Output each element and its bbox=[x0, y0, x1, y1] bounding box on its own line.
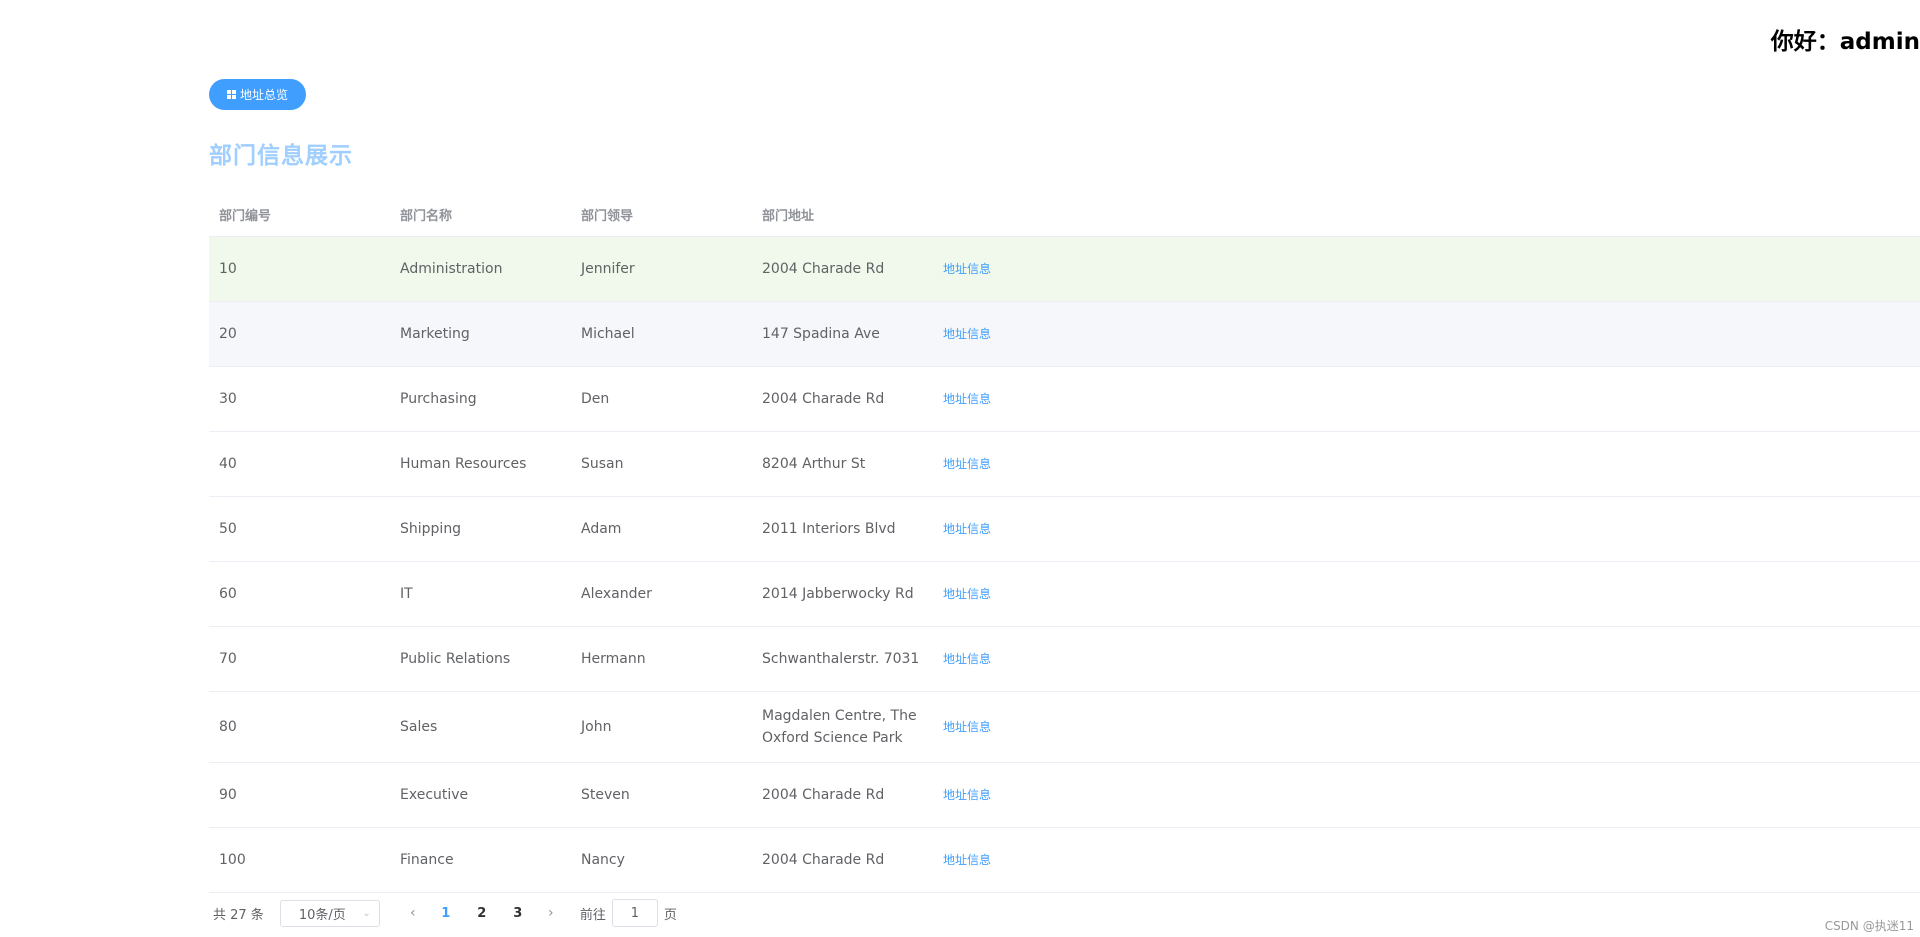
dept-name: Purchasing bbox=[400, 391, 477, 407]
address-info-link[interactable]: 地址信息 bbox=[943, 392, 991, 406]
department-table: 部门编号 部门名称 部门领导 部门地址 10 Administration Je… bbox=[209, 198, 1920, 893]
dept-leader: Den bbox=[581, 391, 610, 407]
dept-name: Finance bbox=[400, 852, 454, 868]
table-header: 部门编号 部门名称 部门领导 部门地址 bbox=[209, 198, 1920, 237]
dept-address: 2004 Charade Rd bbox=[762, 261, 885, 277]
table-row: 30 Purchasing Den 2004 Charade Rd 地址信息 bbox=[209, 367, 1920, 432]
table-row: 20 Marketing Michael 147 Spadina Ave 地址信… bbox=[209, 302, 1920, 367]
column-header-leader: 部门领导 bbox=[581, 209, 634, 224]
address-info-link[interactable]: 地址信息 bbox=[943, 720, 991, 734]
pagination-total: 共 27 条 bbox=[213, 907, 264, 923]
dept-id: 40 bbox=[219, 456, 237, 472]
page-number-1[interactable]: 1 bbox=[428, 906, 464, 921]
address-info-link[interactable]: 地址信息 bbox=[943, 262, 991, 276]
pagination: 共 27 条 10条/页 ⌄ ‹ 1 2 3 › 前往 页 bbox=[209, 899, 677, 927]
dept-address: Magdalen Centre, The Oxford Science Park bbox=[762, 708, 917, 746]
dept-leader: Steven bbox=[581, 787, 630, 803]
page-number-3[interactable]: 3 bbox=[500, 906, 536, 921]
dept-leader: Hermann bbox=[581, 651, 646, 667]
page-size-value: 10条/页 bbox=[298, 907, 346, 923]
chevron-left-icon[interactable]: ‹ bbox=[398, 905, 428, 921]
dept-leader: Nancy bbox=[581, 852, 625, 868]
dept-leader: John bbox=[581, 719, 612, 735]
address-overview-button[interactable]: 地址总览 bbox=[209, 79, 306, 110]
dept-address: 8204 Arthur St bbox=[762, 456, 866, 472]
dept-id: 20 bbox=[219, 326, 237, 342]
address-info-link[interactable]: 地址信息 bbox=[943, 327, 991, 341]
table-row: 50 Shipping Adam 2011 Interiors Blvd 地址信… bbox=[209, 497, 1920, 562]
page-number-2[interactable]: 2 bbox=[464, 906, 500, 921]
dept-name: IT bbox=[400, 586, 413, 602]
user-greeting: 你好：admin bbox=[1770, 29, 1920, 55]
dept-id: 60 bbox=[219, 586, 237, 602]
table-row: 60 IT Alexander 2014 Jabberwocky Rd 地址信息 bbox=[209, 562, 1920, 627]
address-info-link[interactable]: 地址信息 bbox=[943, 853, 991, 867]
dept-address: 2004 Charade Rd bbox=[762, 787, 885, 803]
dept-address: 2004 Charade Rd bbox=[762, 852, 885, 868]
dept-leader: Susan bbox=[581, 456, 624, 472]
column-header-name: 部门名称 bbox=[400, 209, 453, 224]
grid-icon bbox=[226, 90, 236, 99]
address-info-link[interactable]: 地址信息 bbox=[943, 587, 991, 601]
dept-address: 2014 Jabberwocky Rd bbox=[762, 586, 914, 602]
dept-id: 70 bbox=[219, 651, 237, 667]
dept-name: Executive bbox=[400, 787, 469, 803]
address-overview-label: 地址总览 bbox=[239, 88, 288, 102]
column-header-id: 部门编号 bbox=[219, 209, 272, 224]
dept-address: 2004 Charade Rd bbox=[762, 391, 885, 407]
watermark: CSDN @执迷11 bbox=[1824, 919, 1914, 933]
table-row: 80 Sales John Magdalen Centre, The Oxfor… bbox=[209, 692, 1920, 763]
chevron-down-icon: ⌄ bbox=[362, 907, 371, 919]
dept-address: 147 Spadina Ave bbox=[762, 326, 880, 342]
dept-id: 80 bbox=[219, 719, 237, 735]
dept-address: Schwanthalerstr. 7031 bbox=[762, 651, 920, 667]
dept-leader: Jennifer bbox=[581, 261, 635, 277]
page-jump-input[interactable] bbox=[611, 899, 658, 927]
address-info-link[interactable]: 地址信息 bbox=[943, 457, 991, 471]
dept-name: Shipping bbox=[400, 521, 462, 537]
jump-prefix: 前往 bbox=[579, 907, 606, 923]
table-row: 100 Finance Nancy 2004 Charade Rd 地址信息 bbox=[209, 828, 1920, 893]
dept-address: 2011 Interiors Blvd bbox=[762, 521, 896, 537]
table-row: 10 Administration Jennifer 2004 Charade … bbox=[209, 237, 1920, 302]
address-info-link[interactable]: 地址信息 bbox=[943, 652, 991, 666]
chevron-right-icon[interactable]: › bbox=[536, 905, 566, 921]
jump-suffix: 页 bbox=[663, 907, 677, 923]
dept-name: Sales bbox=[400, 719, 438, 735]
address-info-link[interactable]: 地址信息 bbox=[943, 522, 991, 536]
table-row: 70 Public Relations Hermann Schwanthaler… bbox=[209, 627, 1920, 692]
dept-id: 50 bbox=[219, 521, 237, 537]
table-row: 90 Executive Steven 2004 Charade Rd 地址信息 bbox=[209, 763, 1920, 828]
dept-name: Human Resources bbox=[400, 456, 527, 472]
dept-id: 10 bbox=[219, 261, 237, 277]
dept-name: Marketing bbox=[400, 326, 470, 342]
page-title: 部门信息展示 bbox=[209, 143, 353, 169]
dept-leader: Alexander bbox=[581, 586, 652, 602]
dept-leader: Michael bbox=[581, 326, 635, 342]
dept-id: 30 bbox=[219, 391, 237, 407]
dept-name: Public Relations bbox=[400, 651, 511, 667]
dept-leader: Adam bbox=[581, 521, 622, 537]
page-size-select[interactable]: 10条/页 ⌄ bbox=[279, 899, 380, 927]
column-header-address: 部门地址 bbox=[762, 209, 815, 224]
table-row: 40 Human Resources Susan 8204 Arthur St … bbox=[209, 432, 1920, 497]
address-info-link[interactable]: 地址信息 bbox=[943, 788, 991, 802]
dept-name: Administration bbox=[400, 261, 503, 277]
dept-id: 100 bbox=[219, 852, 246, 868]
dept-id: 90 bbox=[219, 787, 237, 803]
